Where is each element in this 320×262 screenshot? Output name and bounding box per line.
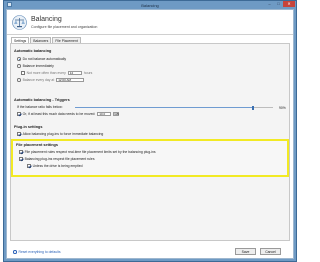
- radio-balance-every-day[interactable]: [17, 78, 21, 82]
- option-rule-limits[interactable]: File placement rules respect real-time f…: [19, 150, 156, 154]
- option-rule-limits-label: File placement rules respect real-time f…: [24, 150, 156, 154]
- page-title: Balancing: [31, 16, 62, 23]
- option-balance-every-day[interactable]: Balance every day at 12:00 AM: [17, 78, 85, 82]
- option-or-at-least[interactable]: Or, if at least this much data needs to …: [17, 112, 120, 116]
- option-not-more-often-label: Not more often than every: [26, 71, 66, 75]
- size-unit-dropdown[interactable]: GB: [113, 112, 120, 116]
- option-do-not-balance-label: Do not balance automatically: [22, 57, 67, 61]
- option-balance-immediately-label: Balance immediately: [22, 64, 54, 68]
- checkbox-respect-rules[interactable]: [19, 157, 23, 161]
- hours-unit-label: hours: [83, 71, 93, 75]
- ratio-row: If the balance ratio falls below:: [17, 105, 63, 109]
- hours-input[interactable]: 12: [67, 71, 82, 75]
- option-respect-rules[interactable]: Balancing plug-ins respect file placemen…: [19, 157, 95, 161]
- option-unless-emptied[interactable]: Unless the drive is being emptied: [27, 164, 83, 168]
- ratio-value: 90%: [279, 105, 286, 110]
- close-button[interactable]: ✕: [283, 1, 295, 7]
- balance-scale-icon: [12, 15, 27, 30]
- option-or-at-least-label: Or, if at least this much data needs to …: [22, 112, 96, 116]
- checkbox-allow-plugins[interactable]: [17, 132, 21, 136]
- option-not-more-often[interactable]: Not more often than every 12 hours: [21, 71, 92, 75]
- checkbox-not-more-often[interactable]: [21, 71, 25, 75]
- checkbox-unless-emptied[interactable]: [27, 164, 31, 168]
- ratio-slider-fill: [75, 107, 254, 109]
- file-placement-heading: File placement settings: [16, 143, 58, 147]
- option-balance-every-day-label: Balance every day at: [22, 78, 55, 82]
- dialog-body: Balancing Configure file placement and o…: [6, 9, 294, 259]
- dialog-header: Balancing Configure file placement and o…: [7, 10, 293, 35]
- option-respect-rules-label: Balancing plug-ins respect file placemen…: [24, 157, 95, 161]
- title-bar[interactable]: Balancing – □ ✕: [4, 1, 296, 9]
- option-balance-immediately[interactable]: Balance immediately: [17, 64, 54, 68]
- minimize-button[interactable]: –: [265, 1, 274, 7]
- maximize-button[interactable]: □: [274, 1, 283, 7]
- time-input[interactable]: 12:00 AM: [56, 78, 85, 82]
- option-unless-emptied-label: Unless the drive is being emptied: [32, 164, 83, 168]
- checkbox-rule-limits[interactable]: [19, 150, 23, 154]
- reset-icon: [13, 250, 17, 254]
- ratio-slider[interactable]: [75, 105, 273, 110]
- radio-do-not-balance[interactable]: [17, 57, 21, 61]
- size-input[interactable]: 10.0: [97, 112, 112, 116]
- window-title: Balancing: [141, 2, 159, 8]
- reset-defaults-link[interactable]: Reset everything to defaults: [13, 250, 61, 254]
- file-placement-highlight: File placement settings File placement r…: [11, 139, 289, 177]
- ratio-slider-thumb[interactable]: [252, 105, 255, 110]
- triggers-heading: Automatic balancing - Triggers: [14, 98, 70, 102]
- option-allow-plugins[interactable]: Allow balancing plug-ins to force immedi…: [17, 132, 103, 136]
- plugin-settings-heading: Plug-in settings: [14, 125, 43, 129]
- option-allow-plugins-label: Allow balancing plug-ins to force immedi…: [22, 132, 104, 136]
- cancel-button[interactable]: Cancel: [260, 248, 281, 255]
- balancing-window: Balancing – □ ✕ Balancing Configure file…: [3, 0, 297, 262]
- checkbox-or-at-least[interactable]: [17, 112, 21, 116]
- page-subtitle: Configure file placement and organizatio…: [31, 25, 98, 29]
- automatic-balancing-heading: Automatic balancing: [14, 49, 52, 53]
- option-do-not-balance[interactable]: Do not balance automatically: [17, 57, 66, 61]
- settings-panel: Automatic balancing Do not balance autom…: [10, 43, 290, 241]
- reset-defaults-label: Reset everything to defaults: [18, 250, 61, 254]
- dialog-footer: Reset everything to defaults Save Cancel: [7, 245, 293, 258]
- radio-balance-immediately[interactable]: [17, 64, 21, 68]
- ratio-label: If the balance ratio falls below:: [17, 105, 63, 109]
- save-button[interactable]: Save: [235, 248, 256, 255]
